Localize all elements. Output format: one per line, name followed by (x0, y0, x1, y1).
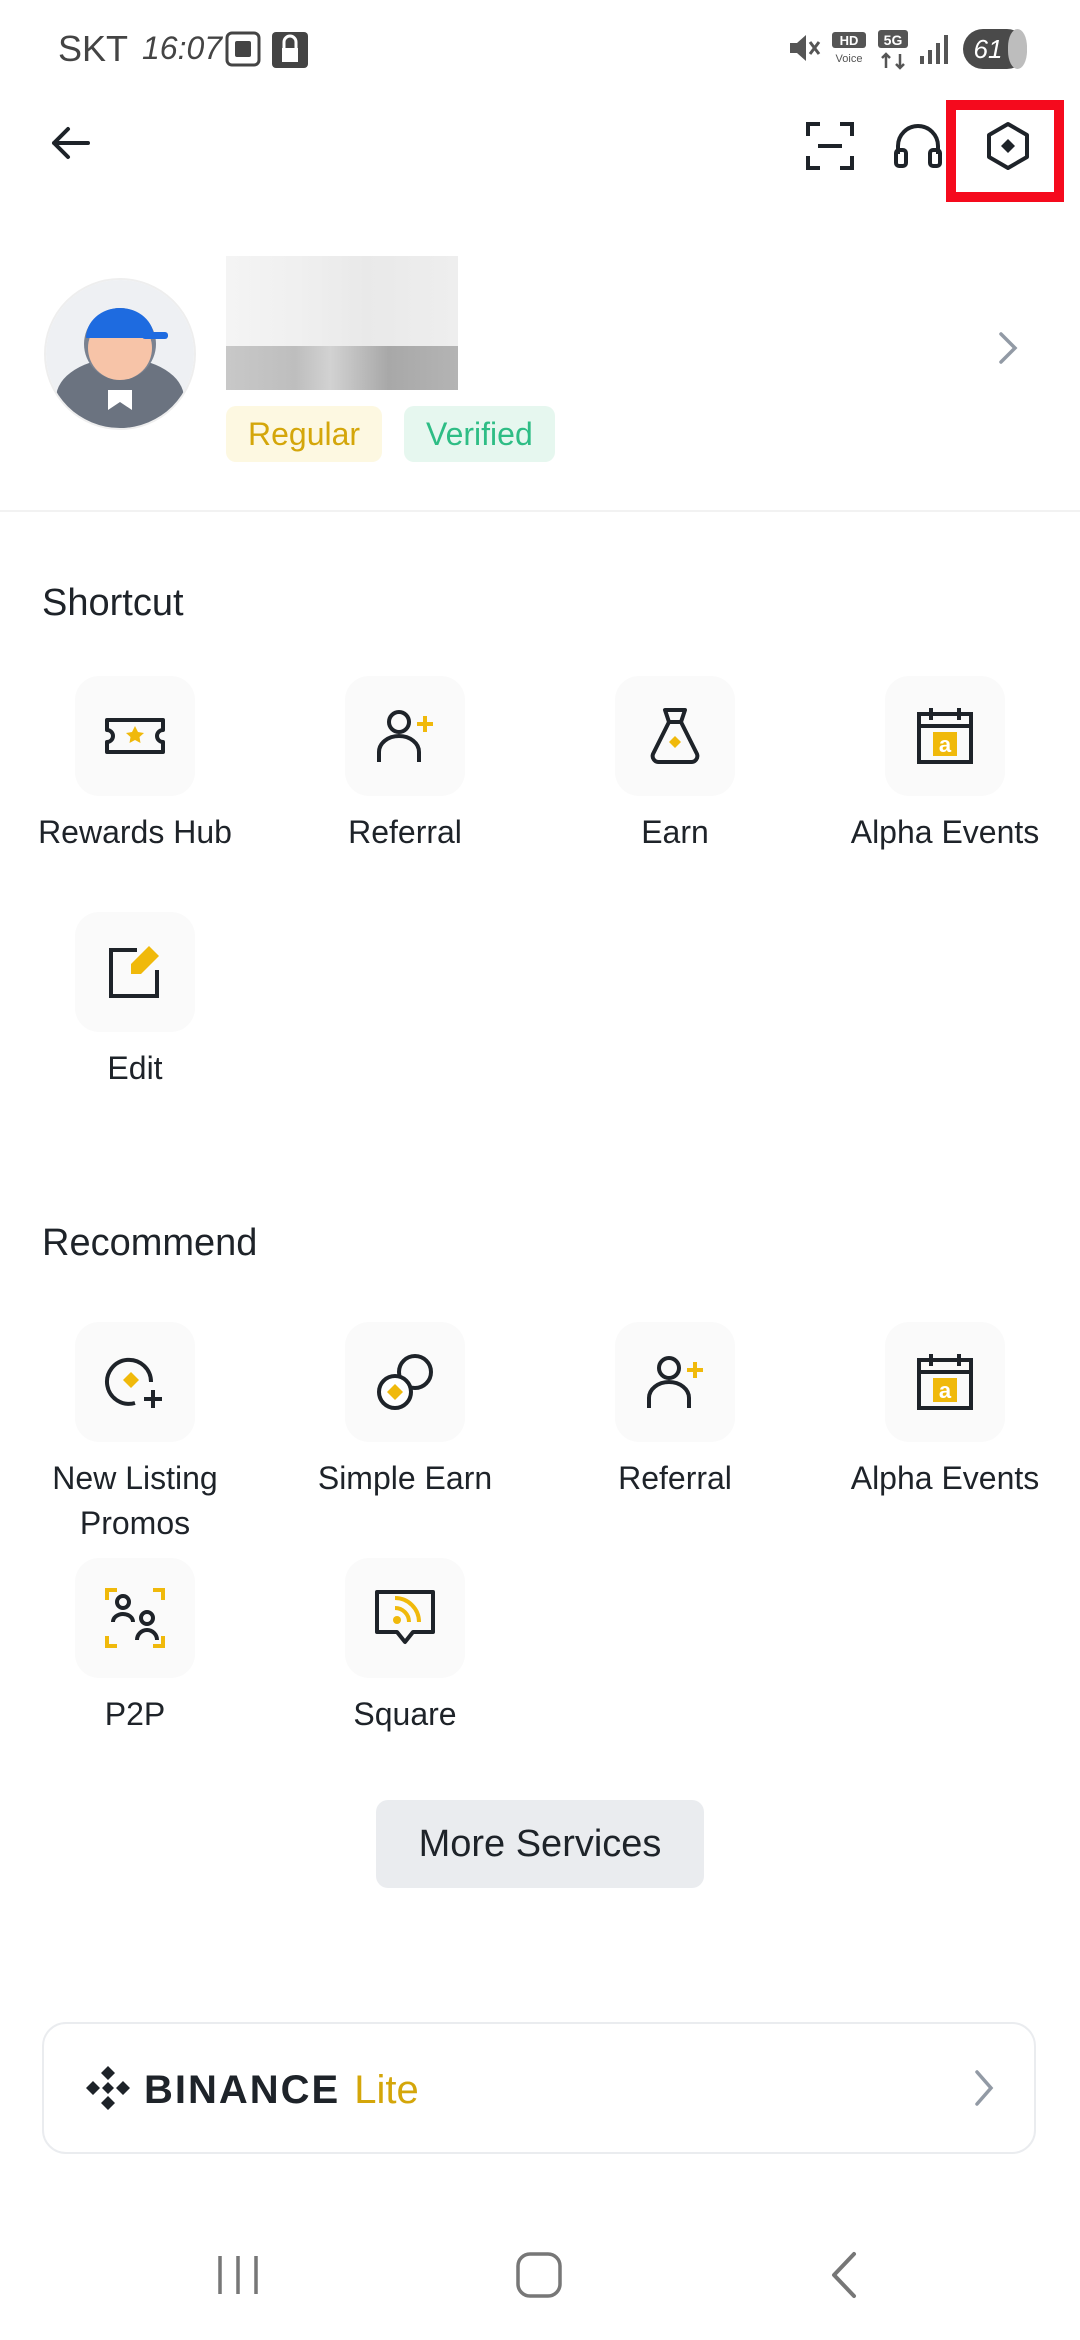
signal-icon (918, 32, 952, 71)
edit-icon (75, 912, 195, 1032)
recommend-item-referral[interactable]: Referral (540, 1322, 810, 1501)
new-listing-icon (75, 1322, 195, 1442)
lite-chevron-icon (972, 2066, 996, 2115)
shortcut-item-label: Referral (348, 814, 462, 850)
carrier-label: SKT (58, 28, 129, 69)
square-feed-icon (345, 1558, 465, 1678)
uid-redacted (226, 346, 458, 390)
person-add-icon (615, 1322, 735, 1442)
scan-icon (804, 120, 856, 177)
svg-text:a: a (939, 732, 952, 757)
badge-regular: Regular (226, 406, 383, 462)
shortcut-item-referral[interactable]: Referral (270, 676, 540, 855)
status-bar: SKT 16:07 HD Voice 5G 61 (0, 0, 1080, 100)
recommend-item-p2p[interactable]: P2P (0, 1558, 270, 1737)
svg-text:5G: 5G (884, 32, 903, 48)
binance-logo: BINANCE Lite (84, 2062, 419, 2118)
recommend-item-alpha-events[interactable]: a Alpha Events (810, 1322, 1080, 1501)
recommend-title: Recommend (42, 1222, 258, 1264)
money-bag-icon (615, 676, 735, 796)
recommend-item-label: P2P (104, 1696, 166, 1732)
system-nav-bar (0, 2220, 1080, 2340)
shortcut-item-label: Earn (641, 814, 709, 850)
top-bar (0, 100, 1080, 220)
scan-button[interactable] (790, 108, 870, 188)
divider (0, 510, 1080, 512)
5g-icon: 5G (876, 30, 912, 75)
recommend-item-new-listing-promos[interactable]: New Listing Promos (0, 1322, 270, 1546)
battery-icon: 61 (962, 28, 1028, 75)
recommend-item-label: Square (353, 1696, 457, 1732)
system-back-icon[interactable] (826, 2250, 862, 2305)
mute-icon (786, 30, 822, 71)
hd-voice-icon: HD Voice (830, 30, 868, 71)
binance-lite-banner[interactable]: BINANCE Lite (42, 2022, 1036, 2154)
avatar[interactable] (44, 278, 196, 430)
shortcut-item-rewards-hub[interactable]: Rewards Hub (0, 676, 270, 855)
headset-icon (892, 120, 944, 177)
ticket-star-icon (75, 676, 195, 796)
svg-text:61: 61 (974, 34, 1003, 64)
back-arrow-icon (46, 119, 94, 172)
recommend-item-label: New Listing Promos (52, 1460, 218, 1541)
recommend-item-simple-earn[interactable]: Simple Earn (270, 1322, 540, 1501)
home-icon[interactable] (514, 2250, 564, 2305)
screenshot-icon (224, 30, 262, 73)
svg-text:a: a (939, 1378, 952, 1403)
recommend-item-label: Simple Earn (317, 1460, 493, 1496)
badge-verified: Verified (404, 406, 555, 462)
p2p-icon (75, 1558, 195, 1678)
recommend-item-square[interactable]: Square (270, 1558, 540, 1737)
shortcut-item-edit[interactable]: Edit (0, 912, 270, 1091)
coins-icon (345, 1322, 465, 1442)
lock-icon (270, 30, 310, 75)
profile-chevron-icon[interactable] (996, 330, 1020, 371)
binance-wordmark: BINANCE (144, 2067, 341, 2112)
back-button[interactable] (30, 105, 110, 185)
binance-diamond-icon (84, 2064, 132, 2117)
shortcut-item-label: Edit (107, 1050, 163, 1086)
more-services-button[interactable]: More Services (376, 1800, 704, 1888)
calendar-alpha-icon: a (885, 676, 1005, 796)
recent-apps-icon[interactable] (214, 2250, 262, 2305)
shortcut-title: Shortcut (42, 582, 184, 624)
shortcut-item-label: Alpha Events (850, 814, 1040, 850)
shortcut-item-alpha-events[interactable]: a Alpha Events (810, 676, 1080, 855)
person-add-icon (345, 676, 465, 796)
status-time: 16:07 (142, 30, 223, 66)
calendar-alpha-icon: a (885, 1322, 1005, 1442)
shortcut-item-label: Rewards Hub (38, 814, 232, 850)
shortcut-item-earn[interactable]: Earn (540, 676, 810, 855)
recommend-item-label: Referral (618, 1460, 732, 1496)
username-redacted (226, 256, 458, 390)
svg-text:HD: HD (840, 33, 859, 48)
lite-label: Lite (354, 2067, 419, 2112)
settings-highlight-box (946, 100, 1064, 202)
recommend-item-label: Alpha Events (850, 1460, 1040, 1496)
svg-text:Voice: Voice (836, 53, 863, 65)
